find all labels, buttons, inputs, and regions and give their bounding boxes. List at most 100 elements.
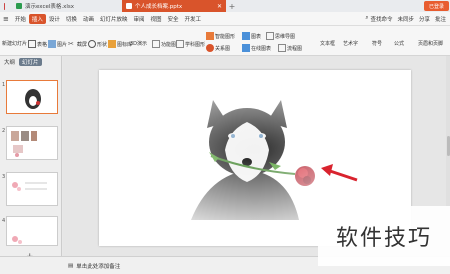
tab-outline[interactable]: 大纲 bbox=[4, 58, 15, 66]
wordart-label: 艺术字 bbox=[343, 41, 359, 47]
3d-demo-button[interactable]: 3D演示 bbox=[130, 40, 147, 47]
slide-thumbnail[interactable] bbox=[6, 172, 58, 206]
mindmap-label: 思维导图 bbox=[275, 33, 296, 40]
header-footer-button[interactable]: 页眉和页脚 bbox=[418, 40, 443, 47]
chart-icon bbox=[242, 32, 250, 40]
menu-developer[interactable]: 开发工 bbox=[182, 15, 205, 23]
menu-slideshow[interactable]: 幻灯片放映 bbox=[97, 15, 131, 23]
icon-library-button[interactable]: 图标库 bbox=[108, 40, 132, 48]
picture-icon bbox=[48, 40, 56, 48]
shapes-button[interactable]: 形状 bbox=[88, 40, 107, 48]
photo-collage-thumbnail bbox=[11, 131, 37, 157]
relation-chart-label: 关系图 bbox=[215, 45, 231, 52]
slide-number: 4 bbox=[2, 218, 6, 224]
menu-design[interactable]: 设计 bbox=[46, 15, 63, 23]
textbox-label: 文本框 bbox=[320, 41, 336, 47]
sync-status[interactable]: 未同步 bbox=[397, 15, 414, 23]
tab-label: 演示excel表格.xlsx bbox=[25, 4, 75, 10]
comment-button[interactable]: 批注 bbox=[435, 15, 446, 23]
home-tab[interactable] bbox=[0, 0, 12, 12]
subject-graphic-icon bbox=[176, 40, 184, 48]
slide-number: 2 bbox=[2, 128, 6, 134]
excel-file-icon bbox=[16, 3, 22, 9]
header-footer-label: 页眉和页脚 bbox=[418, 41, 444, 47]
formula-button[interactable]: 公式 bbox=[394, 40, 404, 47]
slide-thumbnail-pane: 大纲 幻灯片 1 2 3 4 + bbox=[0, 56, 62, 266]
online-chart-icon bbox=[242, 44, 250, 52]
slide-thumbnail[interactable] bbox=[6, 80, 58, 114]
shapes-icon bbox=[88, 40, 96, 48]
dog-thumbnail-image bbox=[25, 89, 41, 109]
online-chart-button[interactable]: 在线图表 bbox=[242, 44, 271, 52]
menu-security[interactable]: 安全 bbox=[165, 15, 182, 23]
file-menu-icon[interactable]: ≡ bbox=[0, 15, 12, 23]
chart-button[interactable]: 图表 bbox=[242, 32, 261, 40]
scissors-icon: ✂ bbox=[68, 40, 74, 48]
new-slide-button[interactable]: 新建幻灯片 bbox=[2, 40, 27, 47]
watermark: 软件技巧 bbox=[318, 206, 450, 266]
function-chart-icon bbox=[152, 40, 160, 48]
slide-number: 3 bbox=[2, 174, 6, 180]
home-icon bbox=[4, 2, 5, 10]
3d-demo-label: 3D演示 bbox=[130, 41, 148, 47]
search-label: 查找命令 bbox=[370, 16, 393, 23]
online-chart-label: 在线图表 bbox=[251, 45, 272, 52]
floral-thumbnail bbox=[12, 236, 22, 244]
smart-graphic-label: 智能图形 bbox=[215, 33, 236, 40]
textbox-button[interactable]: 文本框 bbox=[320, 40, 335, 47]
table-label: 表格 bbox=[37, 41, 48, 48]
icon-library-icon bbox=[108, 40, 116, 48]
picture-button[interactable]: 图片 bbox=[48, 40, 67, 48]
subject-graphic-label: 学科图形 bbox=[185, 41, 206, 48]
picture-label: 图片 bbox=[57, 41, 68, 48]
table-icon bbox=[28, 40, 36, 48]
relation-chart-button[interactable]: 关系图 bbox=[206, 44, 230, 52]
formula-label: 公式 bbox=[394, 41, 405, 47]
symbol-label: 符号 bbox=[372, 41, 383, 47]
close-tab-icon[interactable]: ✕ bbox=[217, 3, 222, 10]
search-icon: ⌕ bbox=[365, 15, 369, 21]
menu-insert[interactable]: 插入 bbox=[28, 13, 46, 24]
menu-bar: ≡ 开始 插入 设计 切换 动画 幻灯片放映 审阅 视图 安全 开发工 ⌕ 查找… bbox=[0, 12, 450, 26]
table-button[interactable]: 表格 bbox=[28, 40, 47, 48]
menu-view[interactable]: 视图 bbox=[147, 15, 164, 23]
new-tab-button[interactable]: + bbox=[226, 0, 238, 12]
notes-icon: ▤ bbox=[68, 262, 74, 269]
shapes-label: 形状 bbox=[97, 41, 108, 48]
smart-graphic-button[interactable]: 智能图形 bbox=[206, 32, 235, 40]
ribbon-toolbar: 新建幻灯片 表格 图片 ✂ 截屏 形状 图标库 3D演示 功能图 学科图形 智能图… bbox=[0, 26, 450, 56]
tab-label: 个人成长档案.pptx bbox=[135, 4, 183, 10]
tab-ppt-doc[interactable]: 个人成长档案.pptx ✕ bbox=[122, 0, 226, 12]
login-button[interactable]: 已登录 bbox=[424, 1, 449, 11]
relation-chart-icon bbox=[206, 44, 214, 52]
menu-animation[interactable]: 动画 bbox=[80, 15, 97, 23]
wordart-button[interactable]: 艺术字 bbox=[343, 40, 358, 47]
flowchart-icon bbox=[278, 44, 286, 52]
floral-thumbnail bbox=[12, 182, 47, 191]
slide-thumbnail[interactable] bbox=[6, 126, 58, 160]
menu-transition[interactable]: 切换 bbox=[63, 15, 80, 23]
symbol-button[interactable]: 符号 bbox=[372, 40, 382, 47]
tab-excel-doc[interactable]: 演示excel表格.xlsx bbox=[12, 0, 122, 12]
ppt-file-icon bbox=[126, 3, 132, 9]
menu-start[interactable]: 开始 bbox=[12, 15, 29, 23]
flowchart-button[interactable]: 流程图 bbox=[278, 44, 302, 52]
function-chart-button[interactable]: 功能图 bbox=[152, 40, 176, 48]
slide-thumbnail[interactable] bbox=[6, 216, 58, 246]
mindmap-button[interactable]: 思维导图 bbox=[266, 32, 295, 40]
flowchart-label: 流程图 bbox=[287, 45, 303, 52]
share-button[interactable]: 分享 bbox=[419, 15, 430, 23]
notes-placeholder[interactable]: 单击此处添加备注 bbox=[76, 262, 120, 270]
function-chart-label: 功能图 bbox=[161, 41, 177, 48]
subject-graphic-button[interactable]: 学科图形 bbox=[176, 40, 205, 48]
menu-review[interactable]: 审阅 bbox=[130, 15, 147, 23]
scrollbar-thumb[interactable] bbox=[446, 136, 450, 156]
chart-label: 图表 bbox=[251, 33, 262, 40]
mindmap-icon bbox=[266, 32, 274, 40]
command-search[interactable]: ⌕ 查找命令 bbox=[365, 15, 392, 23]
tab-slides[interactable]: 幻灯片 bbox=[19, 58, 42, 66]
title-bar: 演示excel表格.xlsx 个人成长档案.pptx ✕ + 已登录 bbox=[0, 0, 450, 12]
smart-graphic-icon bbox=[206, 32, 214, 40]
slide-number: 1 bbox=[2, 82, 6, 88]
screenshot-button[interactable]: ✂ 截屏 bbox=[68, 40, 87, 48]
